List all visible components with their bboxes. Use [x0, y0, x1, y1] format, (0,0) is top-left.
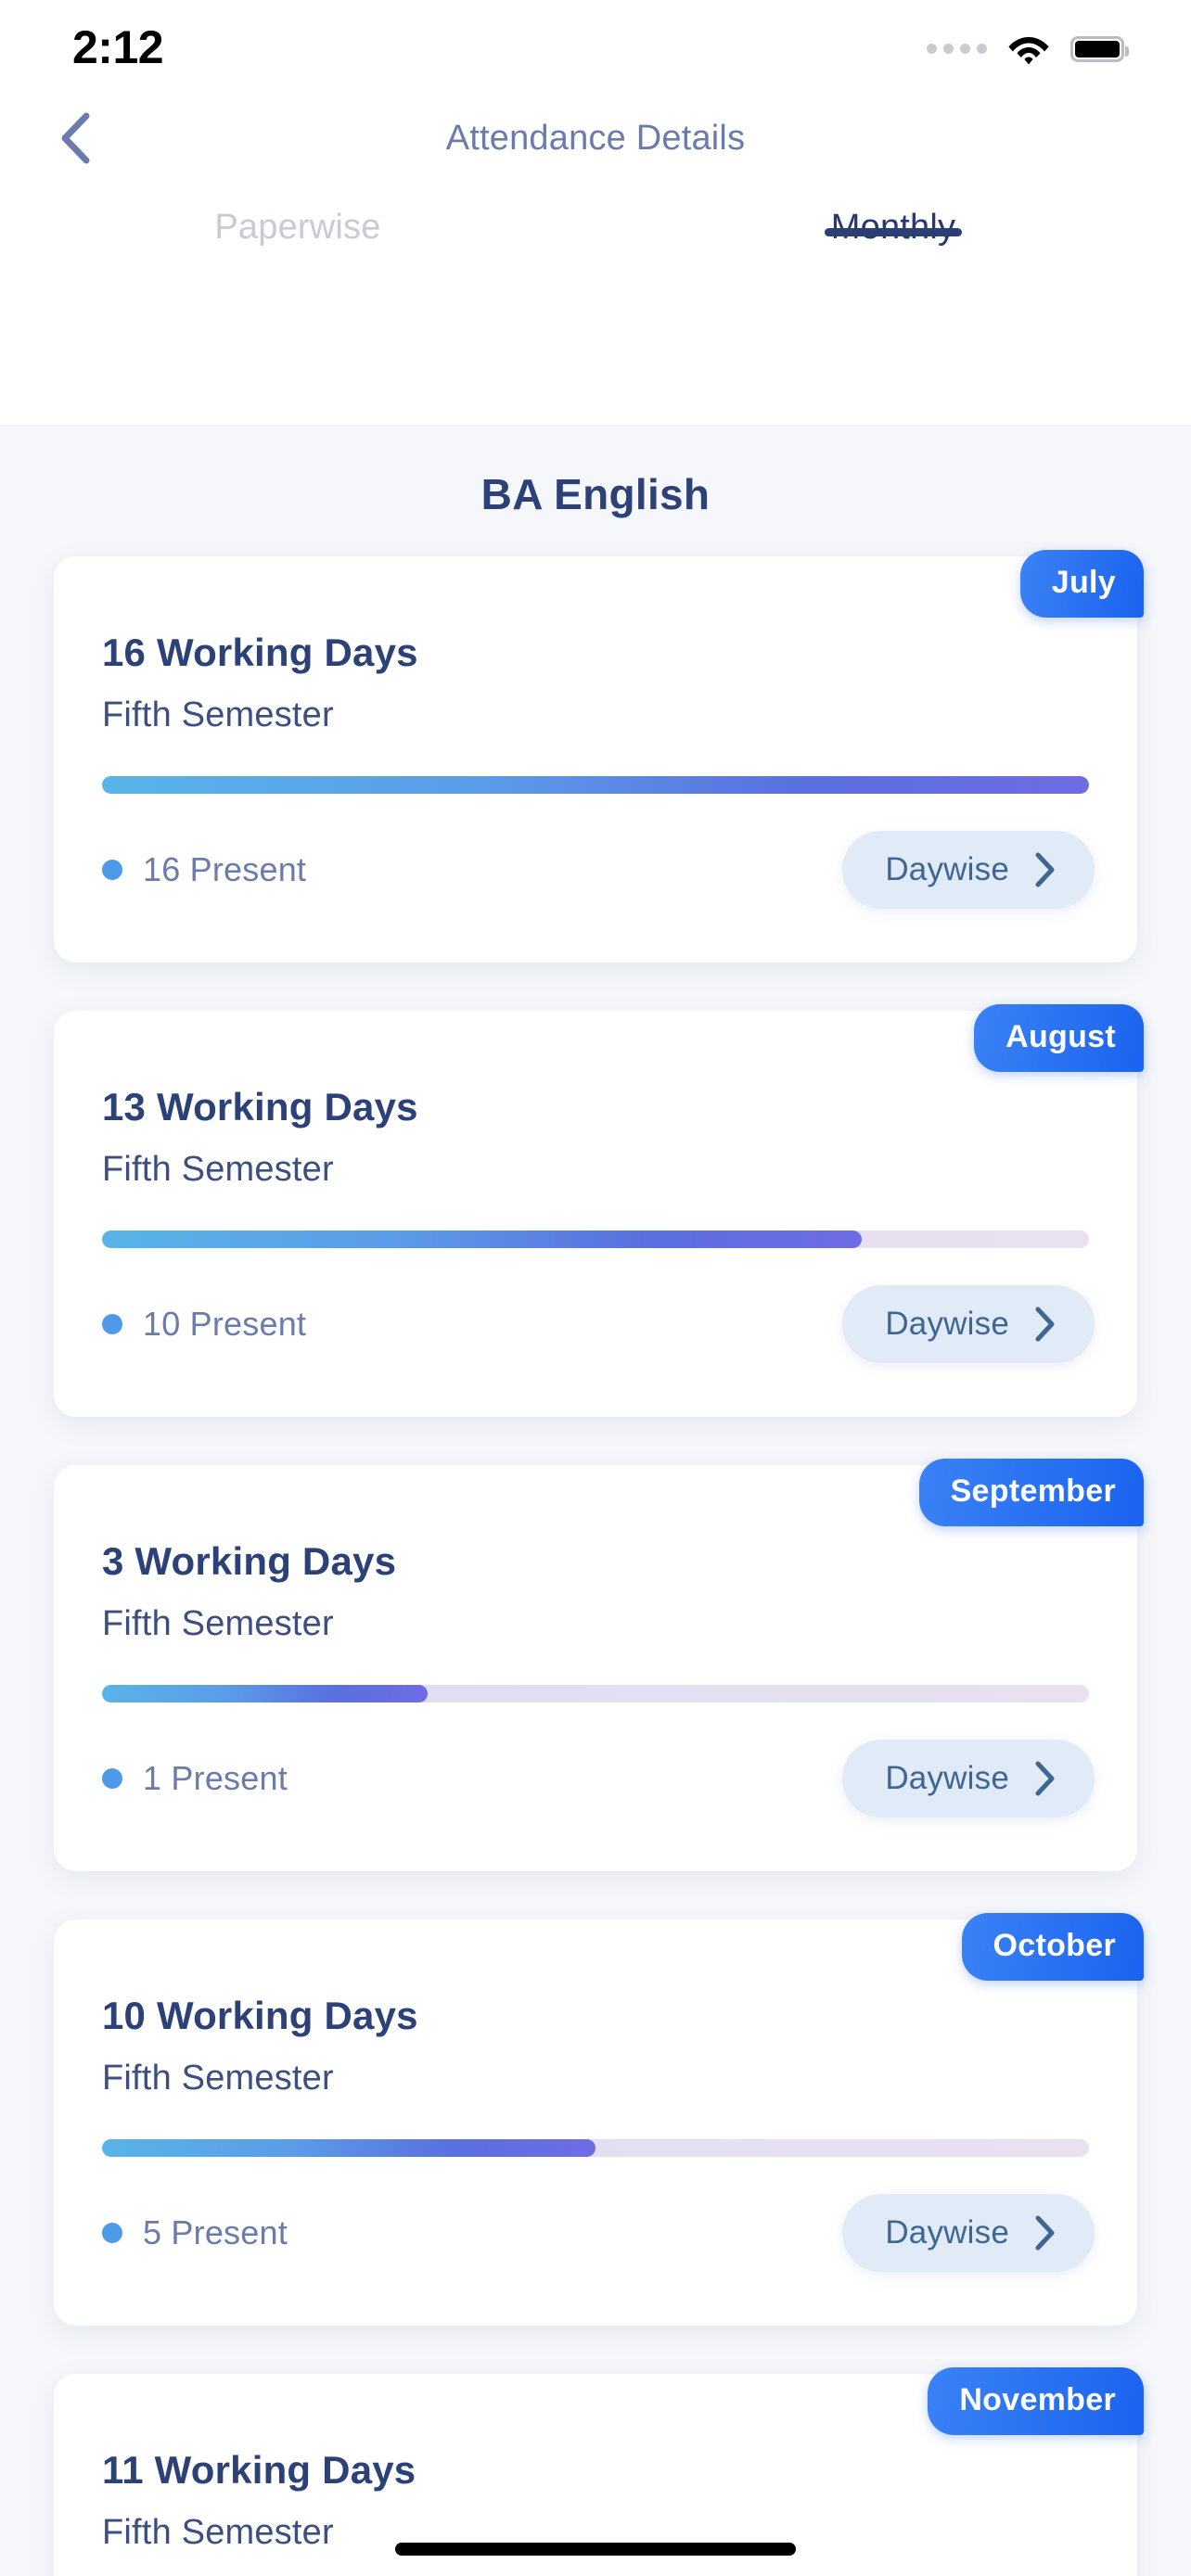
card-footer: 10 Present Daywise [102, 1285, 1095, 1363]
page-title: Attendance Details [445, 118, 746, 158]
present-count-label: 10 Present [143, 1305, 307, 1343]
present-summary: 16 Present [102, 850, 306, 889]
chevron-left-icon [61, 112, 90, 164]
nav-bar: Attendance Details [0, 91, 1191, 185]
daywise-button-label: Daywise [885, 1760, 1009, 1796]
daywise-button-label: Daywise [885, 851, 1009, 887]
working-days-label: 3 Working Days [102, 1539, 397, 1583]
attendance-card[interactable]: July 16 Working Days Fifth Semester 16 P… [54, 550, 1144, 963]
card-footer: 1 Present Daywise [102, 1740, 1095, 1817]
present-count-label: 16 Present [143, 850, 307, 888]
attendance-card-list: July 16 Working Days Fifth Semester 16 P… [0, 550, 1191, 2576]
daywise-button-label: Daywise [885, 2214, 1009, 2251]
tab-monthly-label: Monthly [830, 208, 956, 247]
wifi-icon [1008, 37, 1049, 65]
card-footer: 5 Present Daywise [102, 2194, 1095, 2272]
semester-label: Fifth Semester [102, 1150, 334, 1189]
chevron-right-icon [1035, 1307, 1055, 1342]
month-badge: July [1019, 550, 1144, 618]
card-footer: 16 Present Daywise [102, 831, 1095, 909]
present-summary: 10 Present [102, 1305, 306, 1344]
tab-paperwise[interactable]: Paperwise [0, 185, 596, 425]
chevron-right-icon [1035, 852, 1055, 887]
daywise-button-label: Daywise [885, 1306, 1009, 1342]
working-days-label: 11 Working Days [102, 2448, 416, 2492]
month-badge: October [961, 1913, 1144, 1981]
status-time: 2:12 [72, 21, 164, 73]
attendance-progress-bar [102, 1685, 1089, 1702]
tab-paperwise-label: Paperwise [214, 208, 381, 247]
chevron-right-icon [1035, 1761, 1055, 1796]
attendance-progress-bar [102, 776, 1089, 794]
daywise-button[interactable]: Daywise [842, 1285, 1095, 1363]
semester-label: Fifth Semester [102, 1604, 334, 1643]
course-title: BA English [480, 470, 711, 518]
tab-bar: Paperwise Monthly [0, 185, 1191, 425]
present-dot-icon [102, 1314, 122, 1334]
attendance-progress-fill [102, 1231, 863, 1248]
present-dot-icon [102, 860, 122, 880]
present-count-label: 1 Present [143, 1759, 288, 1797]
content-scroll-area[interactable]: BA English July 16 Working Days Fifth Se… [0, 425, 1191, 2576]
working-days-label: 13 Working Days [102, 1085, 418, 1129]
daywise-button[interactable]: Daywise [842, 1740, 1095, 1817]
attendance-progress-fill [102, 776, 1089, 794]
present-summary: 1 Present [102, 1759, 288, 1798]
attendance-progress-fill [102, 1685, 429, 1702]
present-count-label: 5 Present [143, 2213, 288, 2251]
attendance-card[interactable]: August 13 Working Days Fifth Semester 10… [54, 1004, 1144, 1417]
present-dot-icon [102, 1768, 122, 1789]
semester-label: Fifth Semester [102, 2059, 334, 2098]
month-badge: September [918, 1459, 1144, 1526]
working-days-label: 10 Working Days [102, 1994, 418, 2037]
attendance-progress-fill [102, 2139, 596, 2157]
month-badge: August [974, 1004, 1144, 1072]
month-badge: November [928, 2367, 1144, 2435]
daywise-button[interactable]: Daywise [842, 831, 1095, 909]
home-indicator [395, 2543, 796, 2556]
attendance-progress-bar [102, 1231, 1089, 1248]
tab-monthly[interactable]: Monthly [596, 185, 1191, 425]
status-indicators [927, 26, 1129, 65]
present-summary: 5 Present [102, 2213, 288, 2252]
semester-label: Fifth Semester [102, 695, 334, 734]
back-button[interactable] [43, 106, 108, 171]
attendance-card[interactable]: October 10 Working Days Fifth Semester 5… [54, 1913, 1144, 2326]
chevron-right-icon [1035, 2215, 1055, 2251]
daywise-button[interactable]: Daywise [842, 2194, 1095, 2272]
working-days-label: 16 Working Days [102, 631, 418, 674]
attendance-progress-bar [102, 2139, 1089, 2157]
status-bar: 2:12 [0, 0, 1191, 91]
attendance-card[interactable]: September 3 Working Days Fifth Semester … [54, 1459, 1144, 1871]
battery-full-icon [1070, 36, 1129, 62]
signal-dots-icon [927, 43, 987, 56]
present-dot-icon [102, 2223, 122, 2243]
phone-screen: 2:12 Attendance Details Paperwise Monthl… [0, 0, 1191, 2576]
